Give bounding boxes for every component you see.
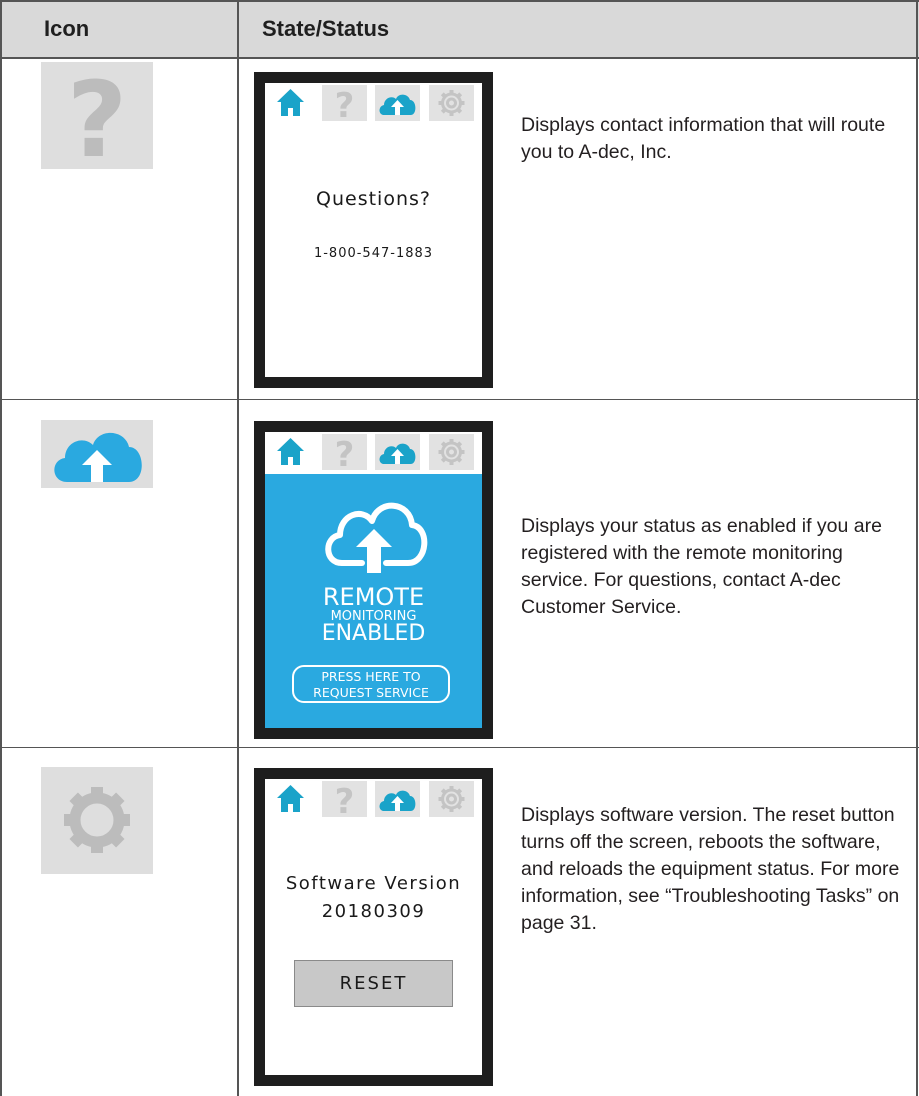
home-icon[interactable] — [268, 781, 313, 817]
header-icon: Icon — [44, 16, 90, 41]
request-service-line1: PRESS HERE TO — [321, 669, 421, 684]
row-divider — [0, 399, 919, 400]
table-border-right — [916, 0, 918, 1096]
svg-text:?: ? — [335, 435, 355, 470]
table-border-top — [0, 0, 919, 2]
row-divider — [0, 747, 919, 748]
cloud-tab-icon[interactable] — [375, 781, 420, 817]
column-divider — [237, 0, 239, 1096]
software-version-number: 20180309 — [321, 901, 426, 922]
request-service-line2: REQUEST SERVICE — [313, 685, 429, 700]
device-screen-questions: ? Questions? 1-800-547-1883 — [254, 72, 493, 388]
screen-tab-bar: ? — [265, 779, 482, 821]
svg-text:?: ? — [335, 86, 355, 121]
remote-monitoring-description: Displays your status as enabled if you a… — [521, 515, 882, 618]
gear-tab-icon[interactable] — [429, 434, 474, 470]
svg-text:?: ? — [67, 62, 127, 169]
question-tab-icon[interactable]: ? — [322, 781, 367, 817]
table-header — [0, 0, 919, 58]
screen-tab-bar: ? — [265, 83, 482, 125]
questions-title: Questions? — [316, 188, 431, 210]
request-service-button[interactable]: PRESS HERE TO REQUEST SERVICE — [292, 665, 450, 703]
reset-button[interactable]: RESET — [294, 960, 453, 1007]
svg-text:?: ? — [335, 782, 355, 817]
home-icon[interactable] — [268, 85, 313, 121]
question-tab-icon[interactable]: ? — [322, 85, 367, 121]
gear-icon — [41, 767, 153, 874]
home-icon[interactable] — [268, 434, 313, 470]
screen-tab-bar: ? — [265, 432, 482, 474]
support-phone-number: 1-800-547-1883 — [313, 246, 434, 261]
gear-tab-icon[interactable] — [429, 781, 474, 817]
device-screen-software-version: ? Software Version 20180309 RESET — [254, 768, 493, 1086]
cloud-upload-outline-icon — [325, 502, 428, 573]
questions-description: Displays contact information that will r… — [521, 114, 886, 163]
software-version-description: Displays software version. The reset but… — [521, 804, 900, 934]
header-state-status: State/Status — [262, 16, 390, 41]
question-tab-icon[interactable]: ? — [322, 434, 367, 470]
question-icon: ? — [41, 62, 153, 169]
table-border-left — [0, 0, 2, 1096]
cloud-upload-icon — [41, 420, 153, 488]
cloud-tab-icon[interactable] — [375, 434, 420, 470]
icon-status-table: Icon State/Status ? ? Questions? 1-800-5… — [0, 0, 919, 1096]
software-version-title: Software Version — [285, 873, 462, 894]
remote-label: REMOTE — [322, 583, 425, 611]
remote-monitoring-panel: REMOTE MONITORING ENABLED PRESS HERE TO … — [265, 474, 482, 728]
header-divider — [0, 57, 919, 59]
device-screen-remote-monitoring: ? REMOTE MONITORING ENABLED PRESS HERE T… — [254, 421, 493, 739]
cloud-tab-icon[interactable] — [375, 85, 420, 121]
enabled-label: ENABLED — [321, 621, 426, 646]
gear-tab-icon[interactable] — [429, 85, 474, 121]
